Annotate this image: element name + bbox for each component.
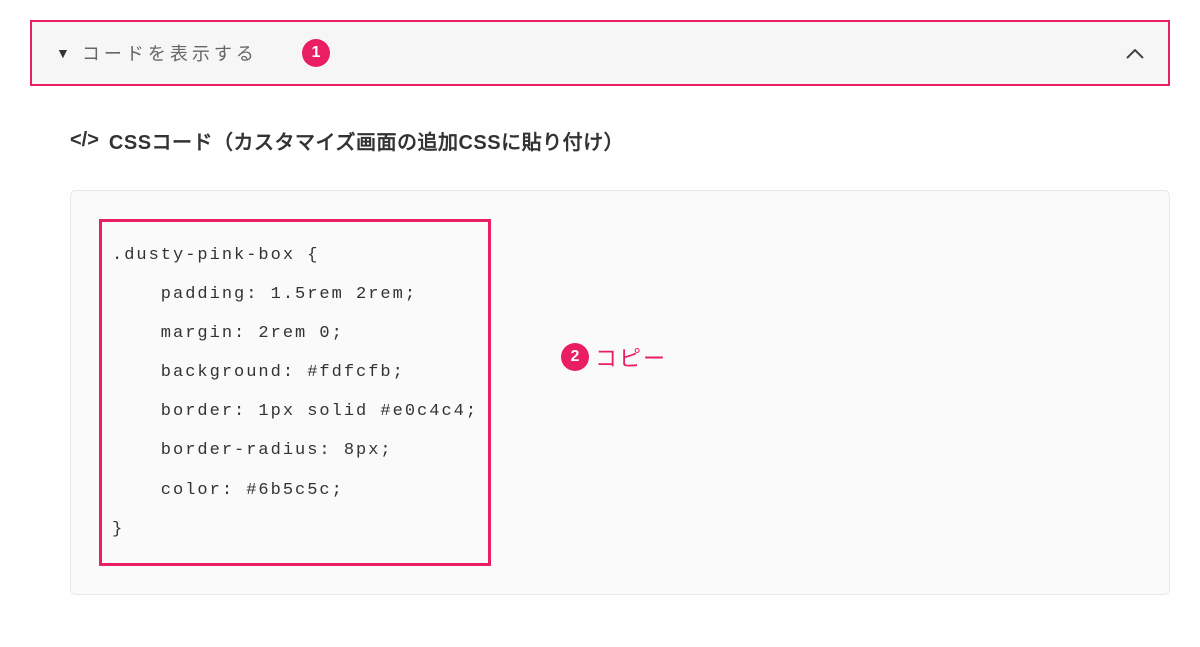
accordion-left-group: ▼ コードを表示する	[56, 40, 258, 66]
section-title-text: CSSコード（カスタマイズ画面の追加CSSに貼り付け）	[109, 126, 624, 155]
section-heading: </> CSSコード（カスタマイズ画面の追加CSSに貼り付け）	[30, 126, 1170, 155]
annotation-badge-1: 1	[302, 39, 330, 67]
copy-annotation: 2 コピー	[561, 341, 667, 373]
code-block[interactable]: .dusty-pink-box { padding: 1.5rem 2rem; …	[112, 236, 478, 549]
code-icon: </>	[70, 129, 99, 152]
chevron-up-icon	[1126, 43, 1144, 64]
copy-label: コピー	[595, 341, 667, 373]
code-highlight-box: .dusty-pink-box { padding: 1.5rem 2rem; …	[99, 219, 491, 566]
code-container: .dusty-pink-box { padding: 1.5rem 2rem; …	[70, 190, 1170, 595]
accordion-label: コードを表示する	[82, 40, 258, 66]
annotation-badge-2: 2	[561, 343, 589, 371]
triangle-down-icon: ▼	[56, 45, 70, 61]
accordion-toggle[interactable]: ▼ コードを表示する 1	[30, 20, 1170, 86]
